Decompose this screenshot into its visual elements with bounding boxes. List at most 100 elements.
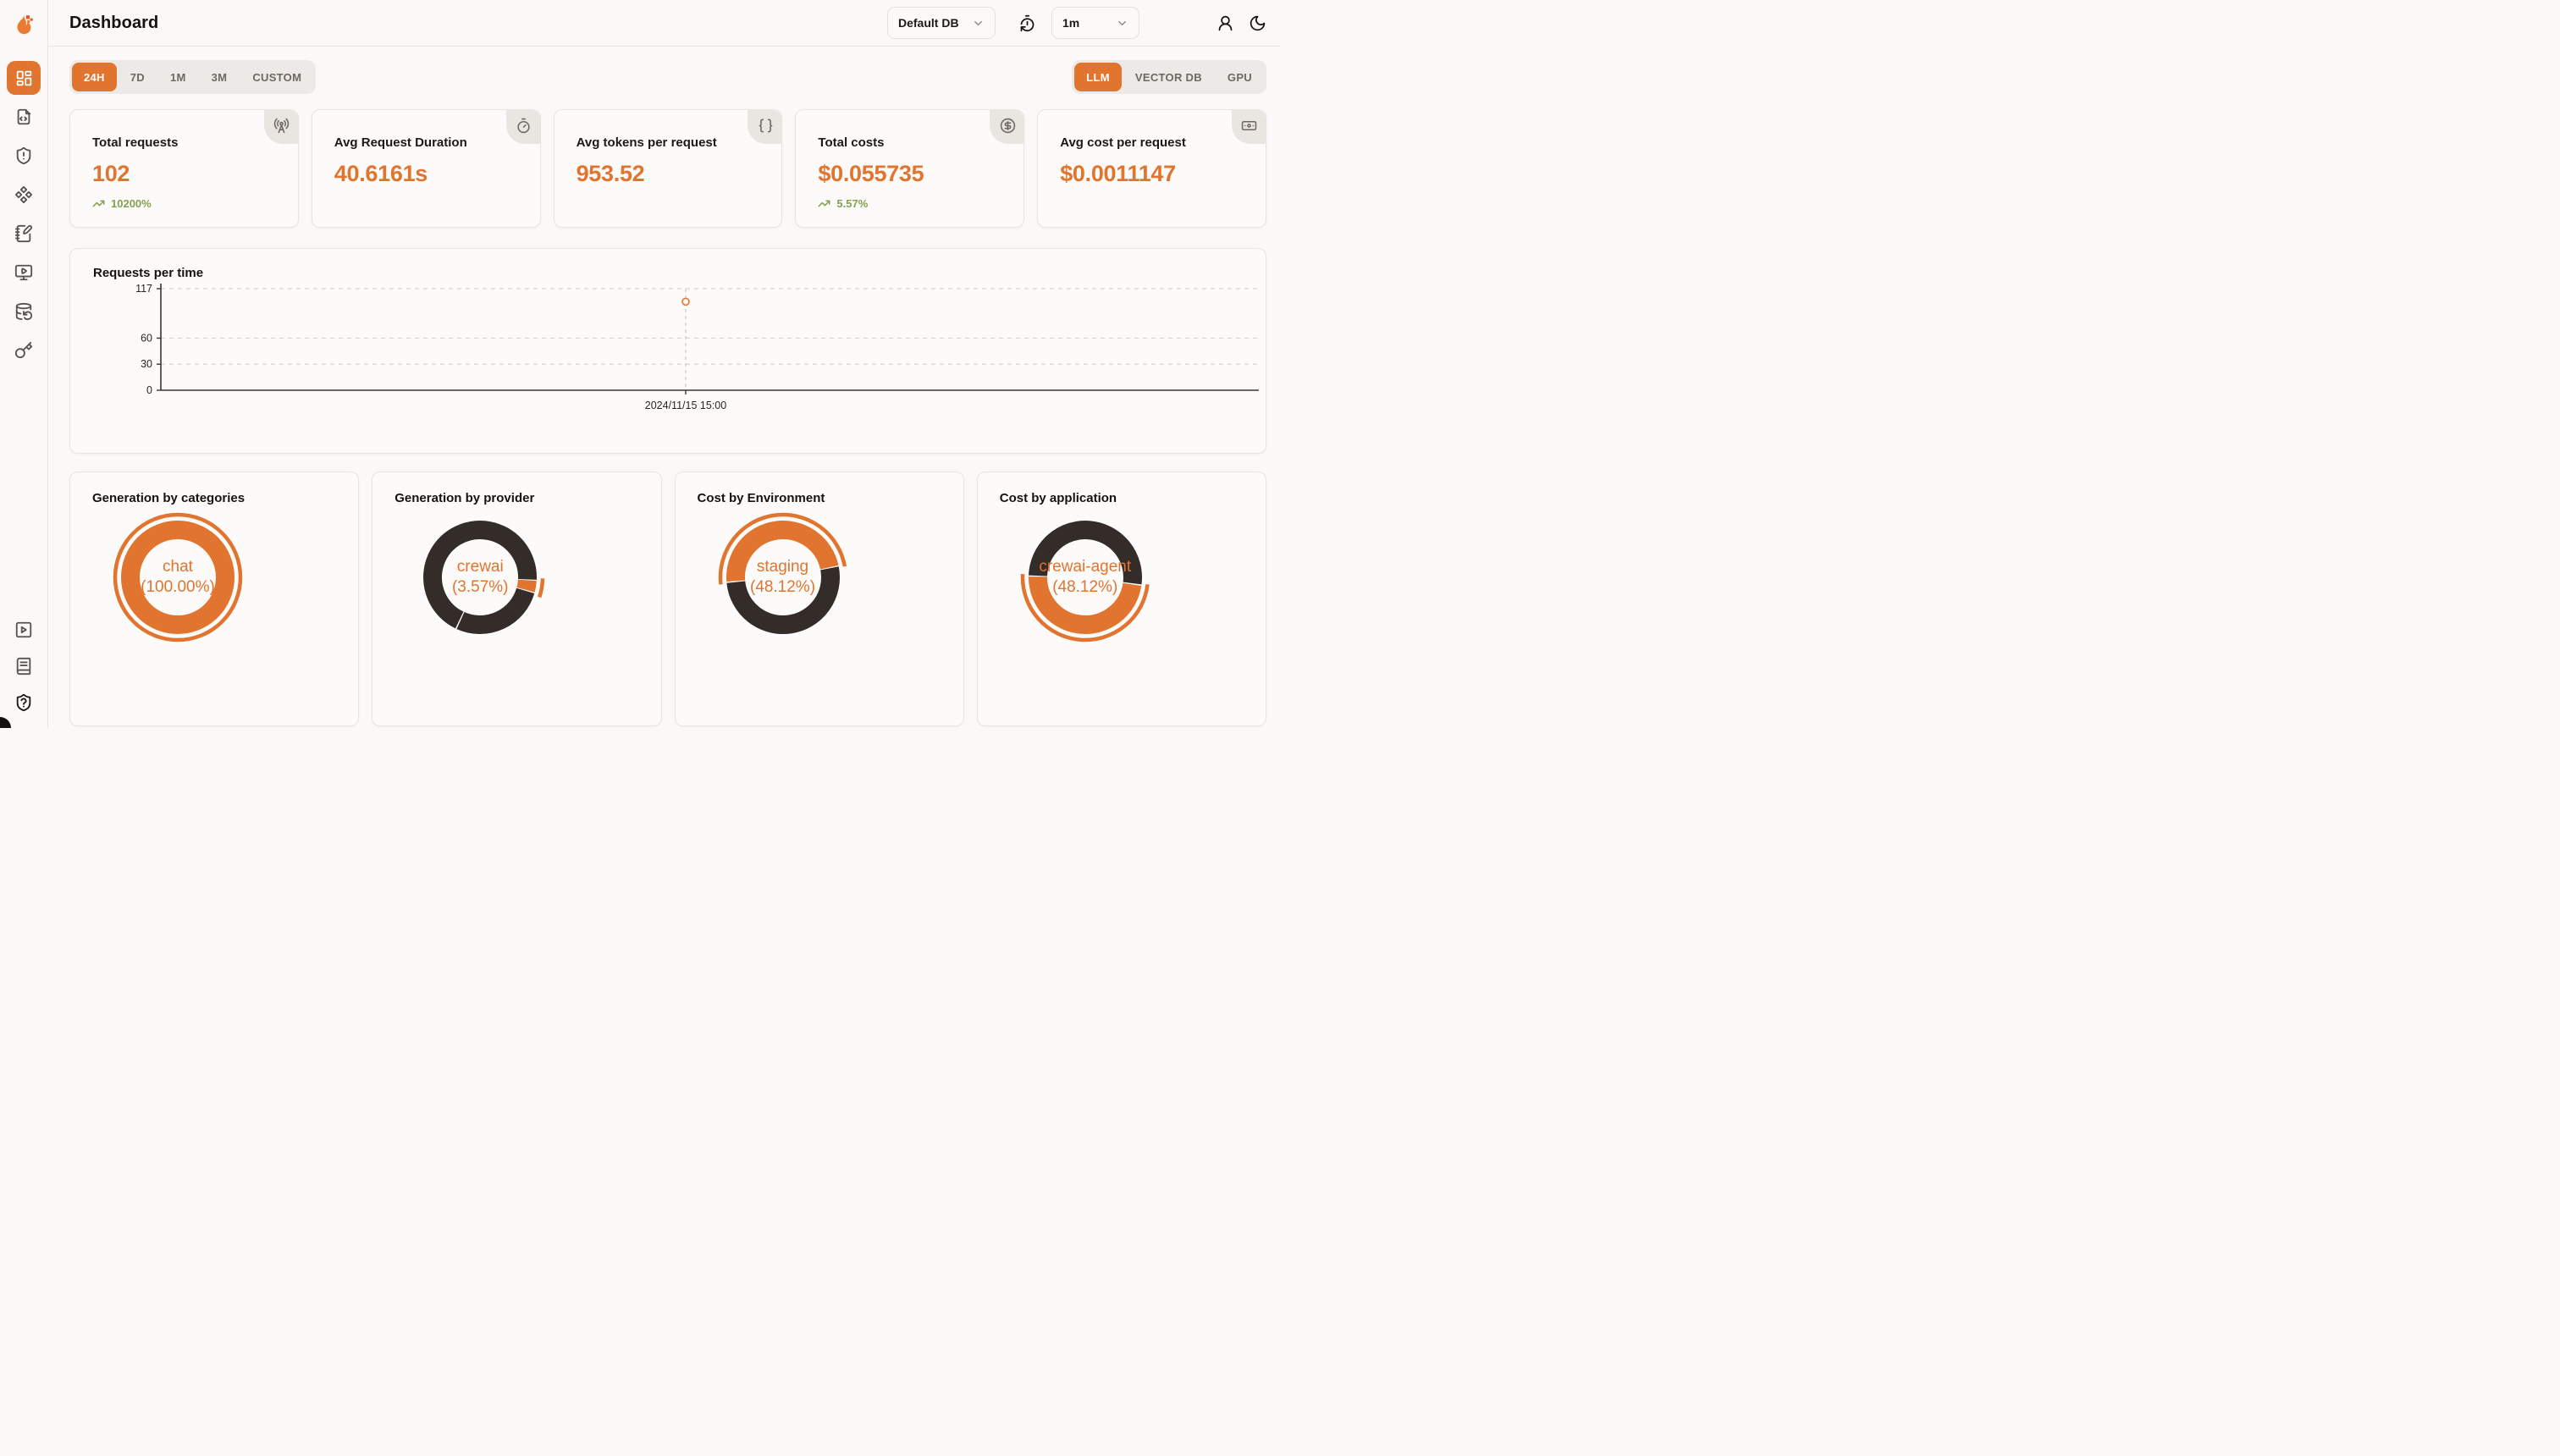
donut-chart-wrap: crewai-agent (48.12%) [1013,505,1157,649]
stat-card-total-costs: Total costs $0.055735 5.57% [795,109,1024,228]
top-bar: Dashboard Default DB 1m [48,0,1280,47]
sidebar-item-exceptions[interactable] [7,139,41,173]
tab-custom[interactable]: CUSTOM [240,63,313,91]
stats-row: Total requests 102 10200% Avg Request Du… [69,109,1266,228]
trending-up-icon [818,197,830,210]
square-play-icon [14,620,33,639]
time-range-tabs: 24H 7D 1M 3M CUSTOM [69,60,316,94]
stat-value: $0.0011147 [1060,161,1244,187]
tab-1m[interactable]: 1M [158,63,198,91]
sidebar-bottom [13,619,35,728]
notebook-pen-icon [14,224,33,243]
requests-line-chart: 0 30 60 117 2024/11/15 15:00 [70,249,1267,455]
stat-title: Avg Request Duration [334,135,518,150]
shield-alert-icon [14,146,33,165]
trending-up-icon [92,197,105,210]
timer-icon [516,118,532,134]
monitor-play-icon [14,263,33,282]
stat-value: 40.6161s [334,161,518,187]
sidebar-item-dashboard[interactable] [7,61,41,95]
main-content: 24H 7D 1M 3M CUSTOM LLM VECTOR DB GPU To… [48,47,1280,728]
sidebar-item-docs[interactable] [13,655,35,677]
donut-title: Cost by application [1000,491,1266,505]
file-code-icon [14,108,33,126]
radio-tower-icon [273,118,290,134]
sidebar-item-databases[interactable] [7,295,41,328]
component-icon [14,185,33,204]
layout-dashboard-icon [15,69,33,87]
requests-chart-card: Requests per time 030601172024/11/15 15:… [69,248,1266,454]
database-select[interactable]: Default DB [887,7,996,39]
donut-chart-wrap: crewai (3.57%) [408,505,552,649]
stat-card-avg-tokens: Avg tokens per request 953.52 [554,109,783,228]
donut-chart [106,505,250,649]
stat-icon-badge [990,110,1023,144]
page-title: Dashboard [69,14,158,33]
stat-trend-value: 10200% [111,197,152,210]
stat-card-avg-duration: Avg Request Duration 40.6161s [312,109,541,228]
stat-title: Avg cost per request [1060,135,1244,150]
database-select-value: Default DB [898,16,959,30]
banknote-icon [1241,118,1257,134]
sidebar-item-requests[interactable] [7,100,41,134]
stat-value: 102 [92,161,276,187]
stat-trend: 5.57% [818,197,1001,210]
donut-title: Generation by provider [394,491,660,505]
sidebar [0,0,48,728]
dark-mode-toggle[interactable] [1244,10,1270,36]
svg-text:30: 30 [141,358,152,370]
donut-chart-wrap: chat (100.00%) [106,505,250,649]
stat-value: 953.52 [577,161,760,187]
shield-question-icon [14,693,33,712]
circle-dollar-icon [1000,118,1016,134]
svg-text:60: 60 [141,332,152,344]
donut-cards-row: Generation by categories chat (100.00%) … [69,472,1266,726]
chevron-down-icon [1116,17,1128,30]
stat-value: $0.055735 [818,161,1001,187]
stat-title: Total costs [818,135,1001,150]
moon-icon [1249,14,1266,32]
flame-logo-icon [11,11,36,36]
user-icon [1217,14,1234,32]
stat-card-avg-cost: Avg cost per request $0.0011147 [1037,109,1266,228]
stat-title: Total requests [92,135,276,150]
donut-title: Generation by categories [92,491,358,505]
donut-card-environment: Cost by Environment staging (48.12%) [675,472,964,726]
svg-text:117: 117 [135,283,152,295]
refresh-interval-select[interactable]: 1m [1051,7,1139,39]
donut-card-provider: Generation by provider crewai (3.57%) [372,472,661,726]
stat-title: Avg tokens per request [577,135,760,150]
book-icon [14,657,33,676]
tab-24h[interactable]: 24H [72,63,117,91]
chevron-down-icon [972,17,985,30]
tab-7d[interactable]: 7D [119,63,157,91]
donut-chart [1013,505,1157,649]
tab-vector-db[interactable]: VECTOR DB [1123,63,1214,91]
refresh-timer-button[interactable] [1014,10,1040,36]
app-root: Dashboard Default DB 1m [0,0,1280,728]
donut-chart [408,505,552,649]
refresh-interval-value: 1m [1062,16,1079,30]
donut-chart [711,505,855,649]
tab-llm[interactable]: LLM [1074,63,1122,91]
stat-card-total-requests: Total requests 102 10200% [69,109,299,228]
sidebar-item-api-keys[interactable] [7,334,41,367]
app-logo[interactable] [0,0,47,47]
sidebar-nav [7,47,41,367]
key-icon [14,341,33,360]
tab-gpu[interactable]: GPU [1216,63,1264,91]
donut-title: Cost by Environment [698,491,963,505]
svg-text:0: 0 [146,384,152,396]
svg-text:2024/11/15 15:00: 2024/11/15 15:00 [645,400,726,411]
sidebar-item-playground[interactable] [7,256,41,290]
tab-3m[interactable]: 3M [200,63,240,91]
sidebar-item-getting-started[interactable] [13,619,35,641]
donut-card-categories: Generation by categories chat (100.00%) [69,472,359,726]
sidebar-item-evaluations[interactable] [7,217,41,251]
stat-icon-badge [748,110,781,144]
sidebar-item-support[interactable] [13,692,35,714]
bottom-left-widget[interactable] [0,717,11,728]
sidebar-item-prompts[interactable] [7,178,41,212]
mode-tabs: LLM VECTOR DB GPU [1072,60,1266,94]
user-profile-button[interactable] [1212,10,1238,36]
